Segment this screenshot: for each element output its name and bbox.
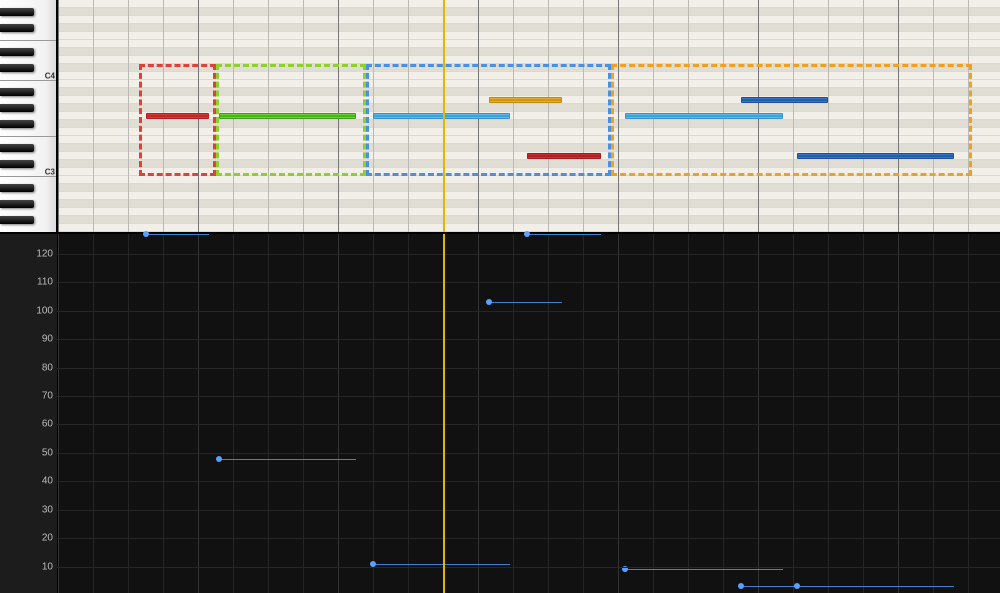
note-row[interactable]	[58, 176, 1000, 184]
velocity-handle[interactable]	[738, 583, 744, 589]
selection-rect[interactable]	[366, 64, 611, 176]
piano-key-black[interactable]	[0, 104, 34, 112]
velocity-lane[interactable]: 120 110 100 90 80 70 60 50 40 30 20 10	[0, 232, 1000, 593]
note-row[interactable]	[58, 184, 1000, 192]
piano-key-black[interactable]	[0, 88, 34, 96]
keyboard-border	[56, 0, 58, 232]
piano-key-black[interactable]	[0, 216, 34, 224]
note-row[interactable]	[58, 200, 1000, 208]
midi-note[interactable]	[527, 153, 601, 159]
velocity-events	[58, 234, 1000, 593]
gridline	[128, 0, 129, 232]
midi-note[interactable]	[741, 97, 829, 103]
velocity-tick-label: 80	[42, 362, 53, 373]
note-row[interactable]	[58, 16, 1000, 24]
velocity-event[interactable]	[489, 302, 563, 303]
midi-note[interactable]	[146, 113, 209, 119]
velocity-event[interactable]	[797, 586, 955, 587]
velocity-handle[interactable]	[486, 299, 492, 305]
selection-rect[interactable]	[216, 64, 367, 176]
piano-key-black[interactable]	[0, 184, 34, 192]
note-row[interactable]	[58, 216, 1000, 224]
note-row[interactable]	[58, 192, 1000, 200]
velocity-tick-label: 10	[42, 561, 53, 572]
velocity-handle[interactable]	[143, 231, 149, 237]
midi-note[interactable]	[219, 113, 356, 119]
midi-editor: C4C3 120 110 100 90 80 70 60 50 40 30 20 10	[0, 0, 1000, 593]
piano-key-black[interactable]	[0, 64, 34, 72]
note-row[interactable]	[58, 0, 1000, 8]
velocity-handle[interactable]	[524, 231, 530, 237]
velocity-handle[interactable]	[794, 583, 800, 589]
piano-key-black[interactable]	[0, 8, 34, 16]
velocity-tick-label: 60	[42, 419, 53, 430]
velocity-event[interactable]	[219, 459, 356, 460]
velocity-tick-label: 100	[36, 305, 53, 316]
selection-rect[interactable]	[139, 64, 216, 176]
note-row[interactable]	[58, 56, 1000, 64]
playhead[interactable]	[443, 234, 445, 593]
piano-key-black[interactable]	[0, 160, 34, 168]
velocity-ruler: 120 110 100 90 80 70 60 50 40 30 20 10	[0, 234, 58, 593]
velocity-tick-label: 110	[37, 277, 53, 288]
midi-note[interactable]	[489, 97, 563, 103]
velocity-event[interactable]	[527, 234, 601, 235]
note-row[interactable]	[58, 40, 1000, 48]
velocity-tick-label: 70	[42, 391, 53, 402]
velocity-tick-label: 40	[42, 476, 53, 487]
piano-roll[interactable]: C4C3	[0, 0, 1000, 232]
velocity-handle[interactable]	[216, 456, 222, 462]
note-row[interactable]	[58, 48, 1000, 56]
velocity-tick-label: 90	[42, 334, 53, 345]
piano-key-black[interactable]	[0, 200, 34, 208]
midi-note[interactable]	[797, 153, 955, 159]
gridline	[93, 0, 94, 232]
midi-note[interactable]	[625, 113, 783, 119]
velocity-tick-label: 120	[36, 248, 53, 259]
piano-key-black[interactable]	[0, 144, 34, 152]
velocity-event[interactable]	[625, 569, 783, 570]
piano-key-black[interactable]	[0, 120, 34, 128]
midi-note[interactable]	[373, 113, 510, 119]
note-row[interactable]	[58, 208, 1000, 216]
piano-key-black[interactable]	[0, 48, 34, 56]
selection-rect[interactable]	[611, 64, 972, 176]
velocity-tick-label: 30	[42, 504, 53, 515]
note-row[interactable]	[58, 32, 1000, 40]
velocity-tick-label: 50	[42, 447, 53, 458]
note-row[interactable]	[58, 8, 1000, 16]
piano-key-black[interactable]	[0, 24, 34, 32]
velocity-event[interactable]	[146, 234, 209, 235]
gridline	[58, 0, 59, 232]
note-row[interactable]	[58, 24, 1000, 32]
piano-keyboard[interactable]: C4C3	[0, 0, 57, 232]
velocity-event[interactable]	[373, 564, 510, 565]
velocity-tick-label: 20	[42, 533, 53, 544]
